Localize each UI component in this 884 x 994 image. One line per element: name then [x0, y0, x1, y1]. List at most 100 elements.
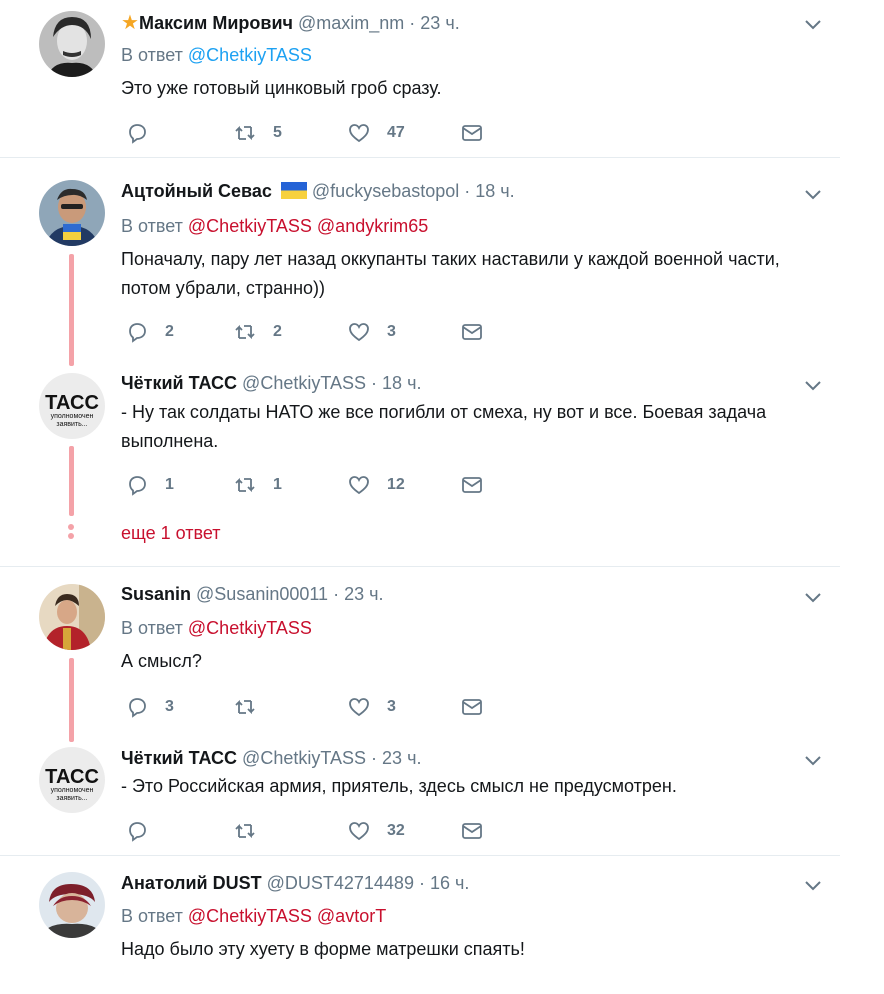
mention-link[interactable]: @avtorT: [317, 906, 386, 926]
tweet-header: ★Максим Мирович @maxim_nm · 23 ч.: [121, 10, 460, 35]
author-handle[interactable]: @fuckysebastopol: [312, 181, 459, 201]
avatar[interactable]: [39, 584, 105, 650]
mention-link[interactable]: @andykrim65: [317, 216, 428, 236]
author-handle[interactable]: @ChetkiyTASS: [242, 748, 366, 768]
chevron-down-icon[interactable]: [803, 753, 823, 767]
reply-prefix: В ответ: [121, 216, 183, 236]
reply-count: 1: [165, 476, 174, 493]
reply-count: 2: [165, 323, 174, 340]
retweet-button[interactable]: 1: [233, 473, 283, 497]
reply-button[interactable]: 1: [125, 473, 175, 497]
show-more-replies-link[interactable]: еще 1 ответ: [121, 523, 221, 544]
like-button[interactable]: 32: [347, 819, 405, 843]
message-button[interactable]: [460, 473, 484, 497]
avatar[interactable]: ТАСС уполномочен заявить...: [39, 373, 105, 439]
reply-button[interactable]: [125, 121, 175, 145]
reply-icon: [129, 822, 146, 842]
tass-logo-line1: уполномочен: [51, 413, 94, 420]
chevron-down-icon[interactable]: [803, 187, 823, 201]
tweet-text: - Это Российская армия, приятель, здесь …: [121, 776, 677, 796]
avatar[interactable]: [39, 11, 105, 77]
tweet-text: Надо было эту хуету в форме матрешки спа…: [121, 939, 525, 959]
chevron-down-icon[interactable]: [803, 17, 823, 31]
avatar[interactable]: [39, 872, 105, 938]
message-button[interactable]: [460, 121, 484, 145]
reply-to: В ответ @ChetkiyTASS: [121, 45, 312, 66]
timestamp[interactable]: · 16 ч.: [419, 873, 469, 893]
like-count: 12: [387, 476, 405, 493]
chevron-down-icon[interactable]: [803, 590, 823, 604]
message-button[interactable]: [460, 695, 484, 719]
retweet-button[interactable]: 2: [233, 320, 283, 344]
timestamp[interactable]: · 18 ч.: [371, 373, 421, 393]
author-name[interactable]: Ацтойный Севас: [121, 181, 272, 201]
tweet-actions: 5 47: [125, 121, 505, 145]
author-name[interactable]: Анатолий DUST: [121, 873, 262, 893]
mail-icon: [462, 125, 482, 141]
author-name[interactable]: Максим Мирович: [139, 13, 293, 33]
author-handle[interactable]: @maxim_nm: [298, 13, 404, 33]
mention-link[interactable]: @ChetkiyTASS: [188, 618, 312, 638]
reply-to: В ответ @ChetkiyTASS @avtorT: [121, 906, 386, 927]
like-button[interactable]: 47: [347, 121, 405, 145]
reply-button[interactable]: 2: [125, 320, 175, 344]
timestamp[interactable]: · 23 ч.: [371, 748, 421, 768]
mention-link[interactable]: @ChetkiyTASS: [188, 906, 312, 926]
tweet-text: Поначалу, пару лет назад оккупанты таких…: [121, 249, 780, 298]
reply-icon: [129, 476, 146, 496]
author-name[interactable]: Чёткий ТАСС: [121, 373, 237, 393]
mail-icon: [462, 477, 482, 493]
author-handle[interactable]: @ChetkiyTASS: [242, 373, 366, 393]
reply-button[interactable]: [125, 819, 175, 843]
avatar[interactable]: ТАСС уполномочен заявить...: [39, 747, 105, 813]
divider: [0, 157, 840, 158]
message-button[interactable]: [460, 819, 484, 843]
reply-to: В ответ @ChetkiyTASS: [121, 618, 312, 639]
like-button[interactable]: 3: [347, 695, 397, 719]
message-button[interactable]: [460, 320, 484, 344]
like-button[interactable]: 12: [347, 473, 405, 497]
chevron-down-icon[interactable]: [803, 878, 823, 892]
mail-icon: [462, 324, 482, 340]
tweet-header: Ацтойный Севас @fuckysebastopol · 18 ч.: [121, 181, 515, 202]
tass-logo-line2: заявить...: [56, 795, 87, 802]
reply-icon: [129, 124, 146, 144]
tweet-text: А смысл?: [121, 651, 202, 671]
heart-icon: [349, 323, 369, 342]
heart-icon: [349, 822, 369, 841]
tass-logo-text: ТАСС: [45, 766, 99, 788]
avatar[interactable]: [39, 180, 105, 246]
tweet-text: Это уже готовый цинковый гроб сразу.: [121, 78, 442, 98]
retweet-button[interactable]: 5: [233, 121, 283, 145]
tweet-header: Чёткий ТАСС @ChetkiyTASS · 23 ч.: [121, 748, 421, 769]
tass-logo-line2: заявить...: [56, 421, 87, 428]
mention-link[interactable]: @ChetkiyTASS: [188, 45, 312, 65]
timestamp[interactable]: · 18 ч.: [464, 181, 514, 201]
author-handle[interactable]: @Susanin00011: [196, 584, 328, 604]
timestamp[interactable]: · 23 ч.: [409, 13, 459, 33]
divider: [0, 566, 840, 567]
like-count: 3: [387, 698, 396, 715]
timestamp[interactable]: · 23 ч.: [333, 584, 383, 604]
tweet-header: Анатолий DUST @DUST42714489 · 16 ч.: [121, 873, 469, 894]
mention-link[interactable]: @ChetkiyTASS: [188, 216, 312, 236]
retweet-button[interactable]: [233, 695, 283, 719]
tweet-header: Чёткий ТАСС @ChetkiyTASS · 18 ч.: [121, 373, 421, 394]
heart-icon: [349, 124, 369, 143]
tweet-header: Susanin @Susanin00011 · 23 ч.: [121, 584, 384, 605]
retweet-icon: [235, 477, 255, 493]
author-name[interactable]: Чёткий ТАСС: [121, 748, 237, 768]
thread-line: [69, 254, 74, 366]
retweet-button[interactable]: [233, 819, 283, 843]
reply-count: 3: [165, 698, 174, 715]
like-count: 32: [387, 822, 405, 839]
tweet-actions: 32: [125, 819, 505, 843]
reply-button[interactable]: 3: [125, 695, 175, 719]
like-button[interactable]: 3: [347, 320, 397, 344]
author-handle[interactable]: @DUST42714489: [267, 873, 414, 893]
heart-icon: [349, 698, 369, 717]
thread-dots: [68, 524, 75, 542]
author-name[interactable]: Susanin: [121, 584, 191, 604]
chevron-down-icon[interactable]: [803, 378, 823, 392]
retweet-count: 1: [273, 476, 282, 493]
